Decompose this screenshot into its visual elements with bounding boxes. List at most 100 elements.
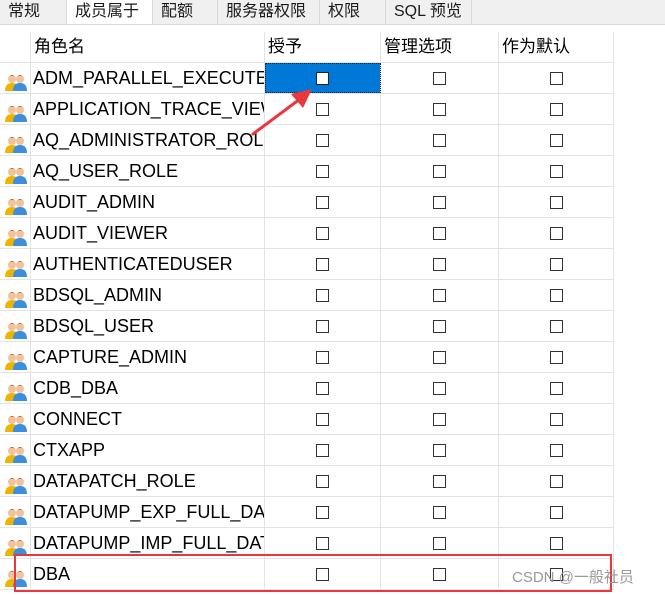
admin-option-checkbox[interactable] xyxy=(433,567,446,581)
admin-option-cell[interactable] xyxy=(381,342,499,372)
admin-option-cell[interactable] xyxy=(381,156,499,186)
admin-option-checkbox[interactable] xyxy=(433,474,446,488)
admin-option-checkbox[interactable] xyxy=(433,71,446,85)
column-header-role-name[interactable]: 角色名 xyxy=(31,32,265,62)
role-name[interactable]: CDB_DBA xyxy=(31,373,265,403)
grant-checkbox[interactable] xyxy=(316,288,329,302)
admin-option-cell[interactable] xyxy=(381,125,499,155)
grant-checkbox[interactable] xyxy=(316,226,329,240)
admin-option-cell[interactable] xyxy=(381,435,499,465)
column-header-admin-option[interactable]: 管理选项 xyxy=(381,32,499,62)
table-row[interactable]: CTXAPP xyxy=(0,435,614,466)
admin-option-checkbox[interactable] xyxy=(433,195,446,209)
role-name[interactable]: BDSQL_ADMIN xyxy=(31,280,265,310)
admin-option-cell[interactable] xyxy=(381,249,499,279)
grant-checkbox[interactable] xyxy=(316,412,329,426)
tab-1[interactable]: 成员属于 xyxy=(67,0,153,24)
tab-4[interactable]: 权限 xyxy=(320,0,386,25)
admin-option-cell[interactable] xyxy=(381,187,499,217)
table-row[interactable]: CAPTURE_ADMIN xyxy=(0,342,614,373)
default-cell[interactable] xyxy=(499,249,614,279)
default-checkbox[interactable] xyxy=(549,257,563,271)
role-name[interactable]: AUDIT_VIEWER xyxy=(31,218,265,248)
default-cell[interactable] xyxy=(499,218,614,248)
role-name[interactable]: ADM_PARALLEL_EXECUTE_ xyxy=(31,63,265,93)
admin-option-checkbox[interactable] xyxy=(433,412,446,426)
admin-option-checkbox[interactable] xyxy=(433,226,446,240)
table-row[interactable]: AUTHENTICATEDUSER xyxy=(0,249,614,280)
role-name[interactable]: CTXAPP xyxy=(31,435,265,465)
table-row[interactable]: CONNECT xyxy=(0,404,614,435)
table-row[interactable]: APPLICATION_TRACE_VIEW xyxy=(0,94,614,125)
grant-checkbox[interactable] xyxy=(316,505,329,519)
default-cell[interactable] xyxy=(499,280,614,310)
admin-option-cell[interactable] xyxy=(381,528,499,558)
tab-5[interactable]: SQL 预览 xyxy=(386,0,472,25)
default-checkbox[interactable] xyxy=(549,381,563,395)
role-name[interactable]: DATAPUMP_EXP_FULL_DAT xyxy=(31,497,265,527)
admin-option-checkbox[interactable] xyxy=(433,505,446,519)
admin-option-cell[interactable] xyxy=(381,466,499,496)
grant-cell[interactable] xyxy=(265,94,381,124)
default-checkbox[interactable] xyxy=(549,443,563,457)
grant-cell[interactable] xyxy=(265,559,381,589)
admin-option-cell[interactable] xyxy=(381,497,499,527)
default-checkbox[interactable] xyxy=(549,288,563,302)
grant-cell[interactable] xyxy=(265,528,381,558)
default-cell[interactable] xyxy=(499,528,614,558)
admin-option-checkbox[interactable] xyxy=(433,133,446,147)
default-cell[interactable] xyxy=(499,342,614,372)
grant-checkbox[interactable] xyxy=(316,164,329,178)
grant-cell[interactable] xyxy=(265,311,381,341)
admin-option-checkbox[interactable] xyxy=(433,381,446,395)
default-cell[interactable] xyxy=(499,466,614,496)
admin-option-cell[interactable] xyxy=(381,373,499,403)
tab-3[interactable]: 服务器权限 xyxy=(218,0,320,25)
grant-checkbox[interactable] xyxy=(316,133,329,147)
role-name[interactable]: CONNECT xyxy=(31,404,265,434)
default-checkbox[interactable] xyxy=(549,164,563,178)
admin-option-cell[interactable] xyxy=(381,311,499,341)
grant-cell[interactable] xyxy=(265,187,381,217)
grant-cell[interactable] xyxy=(265,63,381,93)
grant-checkbox[interactable] xyxy=(316,257,329,271)
grant-checkbox[interactable] xyxy=(316,319,329,333)
role-name[interactable]: APPLICATION_TRACE_VIEW xyxy=(31,94,265,124)
table-row[interactable]: ADM_PARALLEL_EXECUTE_ xyxy=(0,63,614,94)
default-cell[interactable] xyxy=(499,311,614,341)
role-name[interactable]: AQ_ADMINISTRATOR_ROL xyxy=(31,125,265,155)
grant-checkbox[interactable] xyxy=(316,443,329,457)
table-row[interactable]: BDSQL_USER xyxy=(0,311,614,342)
grant-cell[interactable] xyxy=(265,435,381,465)
admin-option-cell[interactable] xyxy=(381,280,499,310)
grant-checkbox[interactable] xyxy=(316,350,329,364)
default-cell[interactable] xyxy=(499,156,614,186)
default-checkbox[interactable] xyxy=(549,226,563,240)
column-header-grant[interactable]: 授予 xyxy=(265,32,381,62)
default-cell[interactable] xyxy=(499,435,614,465)
column-header-default[interactable]: 作为默认 xyxy=(499,32,614,62)
grant-checkbox[interactable] xyxy=(316,71,329,85)
default-cell[interactable] xyxy=(499,373,614,403)
admin-option-cell[interactable] xyxy=(381,94,499,124)
admin-option-cell[interactable] xyxy=(381,218,499,248)
default-checkbox[interactable] xyxy=(549,133,563,147)
table-row[interactable]: DATAPATCH_ROLE xyxy=(0,466,614,497)
default-checkbox[interactable] xyxy=(549,350,563,364)
admin-option-checkbox[interactable] xyxy=(433,257,446,271)
grant-checkbox[interactable] xyxy=(316,381,329,395)
role-name[interactable]: BDSQL_USER xyxy=(31,311,265,341)
grant-cell[interactable] xyxy=(265,497,381,527)
default-cell[interactable] xyxy=(499,187,614,217)
table-row[interactable]: BDSQL_ADMIN xyxy=(0,280,614,311)
admin-option-checkbox[interactable] xyxy=(433,102,446,116)
table-row[interactable]: AQ_USER_ROLE xyxy=(0,156,614,187)
default-cell[interactable] xyxy=(499,63,614,93)
grant-cell[interactable] xyxy=(265,249,381,279)
role-name[interactable]: DATAPATCH_ROLE xyxy=(31,466,265,496)
admin-option-cell[interactable] xyxy=(381,63,499,93)
table-row[interactable]: CDB_DBA xyxy=(0,373,614,404)
table-row[interactable]: DATAPUMP_EXP_FULL_DAT xyxy=(0,497,614,528)
admin-option-checkbox[interactable] xyxy=(433,536,446,550)
role-name[interactable]: AUDIT_ADMIN xyxy=(31,187,265,217)
